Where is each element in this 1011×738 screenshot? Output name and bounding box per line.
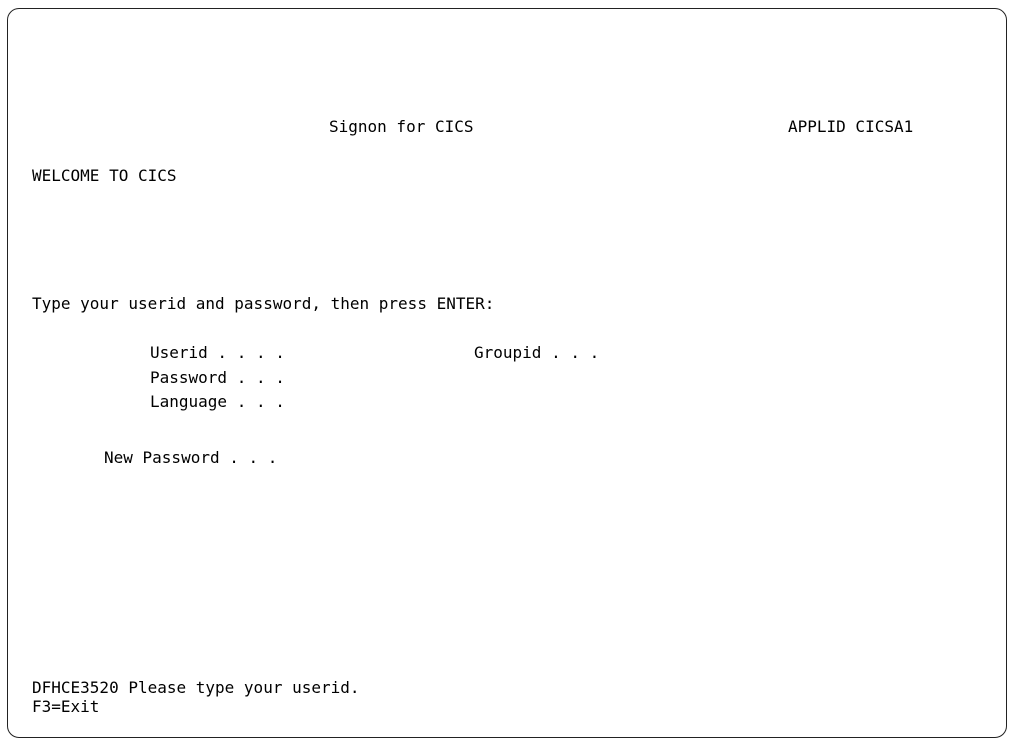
userid-field[interactable] — [330, 343, 410, 363]
language-field[interactable] — [330, 392, 370, 412]
password-label: Password . . . — [150, 368, 285, 387]
language-label: Language . . . — [150, 392, 285, 411]
instruction-text: Type your userid and password, then pres… — [32, 294, 495, 313]
applid-label: APPLID CICSA1 — [788, 117, 914, 136]
new-password-label: New Password . . . — [104, 448, 278, 467]
groupid-label: Groupid . . . — [474, 343, 600, 362]
f3-exit-key[interactable]: F3=Exit — [32, 697, 99, 717]
screen-title: Signon for CICS — [329, 117, 474, 136]
userid-label: Userid . . . . — [150, 343, 285, 362]
new-password-field[interactable] — [330, 448, 410, 468]
status-message: DFHCE3520 Please type your userid. — [32, 678, 360, 697]
welcome-message: WELCOME TO CICS — [32, 166, 177, 185]
password-field[interactable] — [330, 368, 410, 388]
groupid-field[interactable] — [642, 343, 722, 363]
